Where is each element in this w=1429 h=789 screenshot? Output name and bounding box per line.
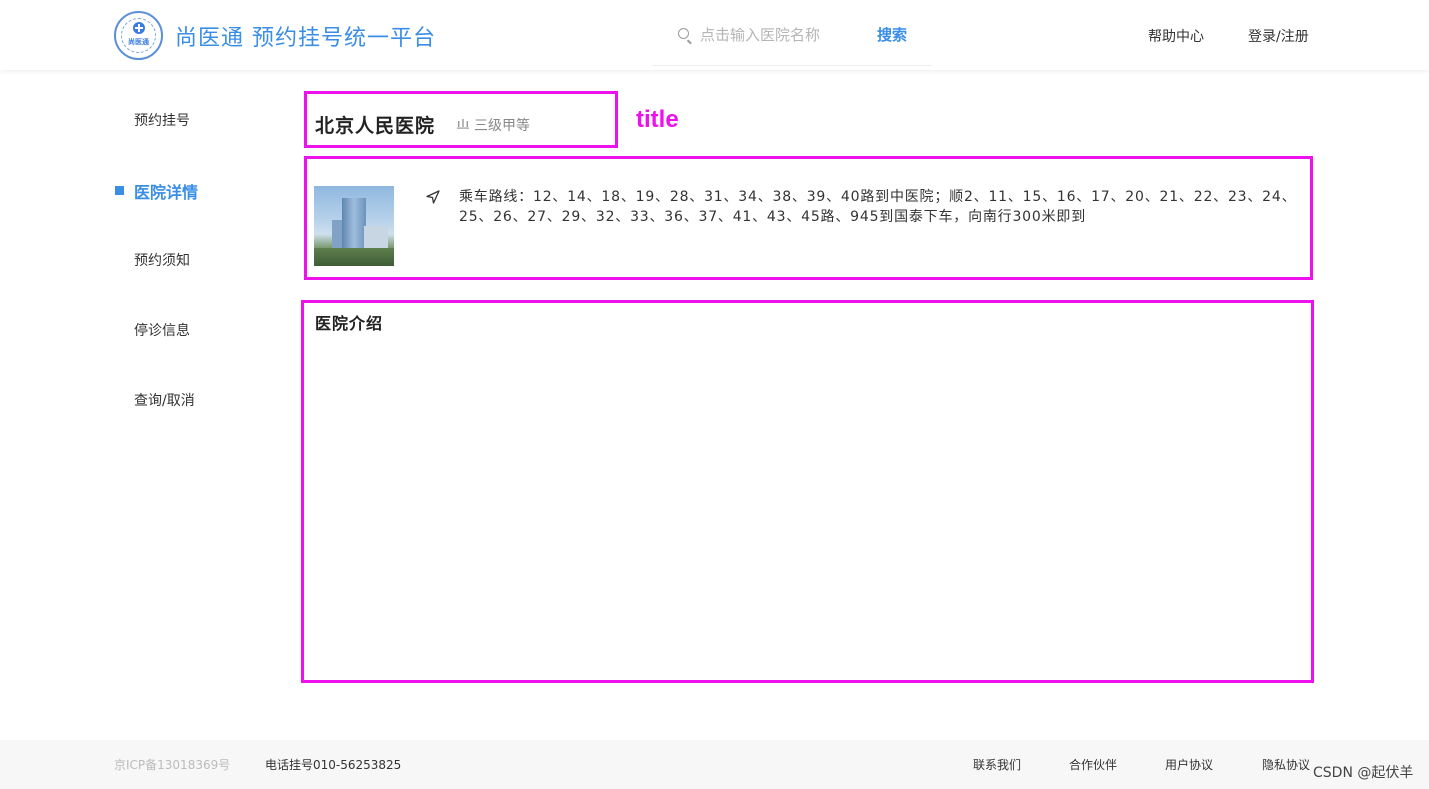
sidebar-item-query-cancel[interactable]: 查询/取消 — [114, 390, 264, 414]
sidebar-item-label: 停诊信息 — [134, 323, 190, 339]
sidebar-item-appointment[interactable]: 预约挂号 — [114, 110, 264, 134]
title-section: 北京人民医院 三级甲等 — [304, 91, 618, 148]
hospital-level: 三级甲等 — [474, 118, 530, 134]
search-bar: 搜索 — [652, 0, 932, 66]
navigation-arrow-icon — [426, 190, 440, 204]
sidebar-item-label: 预约挂号 — [134, 113, 190, 129]
logo-mini-text: 尚医通 — [128, 38, 149, 46]
sidebar-item-suspension[interactable]: 停诊信息 — [114, 320, 264, 344]
route-info: 乘车路线：12、14、18、19、28、31、34、38、39、40路到中医院；… — [459, 189, 1297, 225]
sidebar-item-label: 预约须知 — [134, 253, 190, 269]
icp-number: 京ICP备13018369号 — [114, 758, 231, 772]
sidebar-item-label: 医院详情 — [134, 183, 199, 202]
logo-badge-icon: 尚医通 — [114, 11, 163, 60]
title-annotation-label: title — [636, 106, 679, 133]
hospital-intro-section: 医院介绍 — [301, 300, 1314, 683]
footer-link-privacy[interactable]: 隐私协议 — [1262, 756, 1310, 773]
sidebar-item-hospital-detail[interactable]: 医院详情 — [114, 179, 264, 203]
intro-heading: 医院介绍 — [315, 314, 384, 333]
search-icon — [678, 28, 689, 39]
hospital-name: 北京人民医院 — [315, 115, 436, 137]
page-footer: 京ICP备13018369号 电话挂号010-56253825 联系我们 合作伙… — [0, 740, 1429, 789]
site-logo[interactable]: 尚医通 尚医通 预约挂号统一平台 — [114, 11, 436, 60]
help-center-link[interactable]: 帮助中心 — [1148, 26, 1204, 46]
hospital-photo — [314, 186, 394, 266]
sidebar-item-label: 查询/取消 — [134, 393, 195, 409]
level-icon — [457, 119, 469, 129]
search-input[interactable] — [698, 22, 868, 48]
phone-number: 电话挂号010-56253825 — [265, 758, 402, 772]
hospital-detail-section: 乘车路线：12、14、18、19、28、31、34、38、39、40路到中医院；… — [304, 156, 1313, 280]
site-title: 尚医通 预约挂号统一平台 — [175, 25, 436, 51]
watermark: CSDN @起伏羊 — [1313, 765, 1414, 781]
top-header: 尚医通 尚医通 预约挂号统一平台 搜索 帮助中心 登录/注册 — [0, 0, 1429, 70]
sidebar-item-notice[interactable]: 预约须知 — [114, 250, 264, 274]
login-register-link[interactable]: 登录/注册 — [1248, 26, 1309, 46]
footer-link-partners[interactable]: 合作伙伴 — [1069, 756, 1117, 773]
footer-link-user-agreement[interactable]: 用户协议 — [1165, 756, 1213, 773]
active-indicator-icon — [115, 186, 124, 195]
search-button[interactable]: 搜索 — [877, 24, 907, 45]
footer-link-contact[interactable]: 联系我们 — [973, 756, 1021, 773]
